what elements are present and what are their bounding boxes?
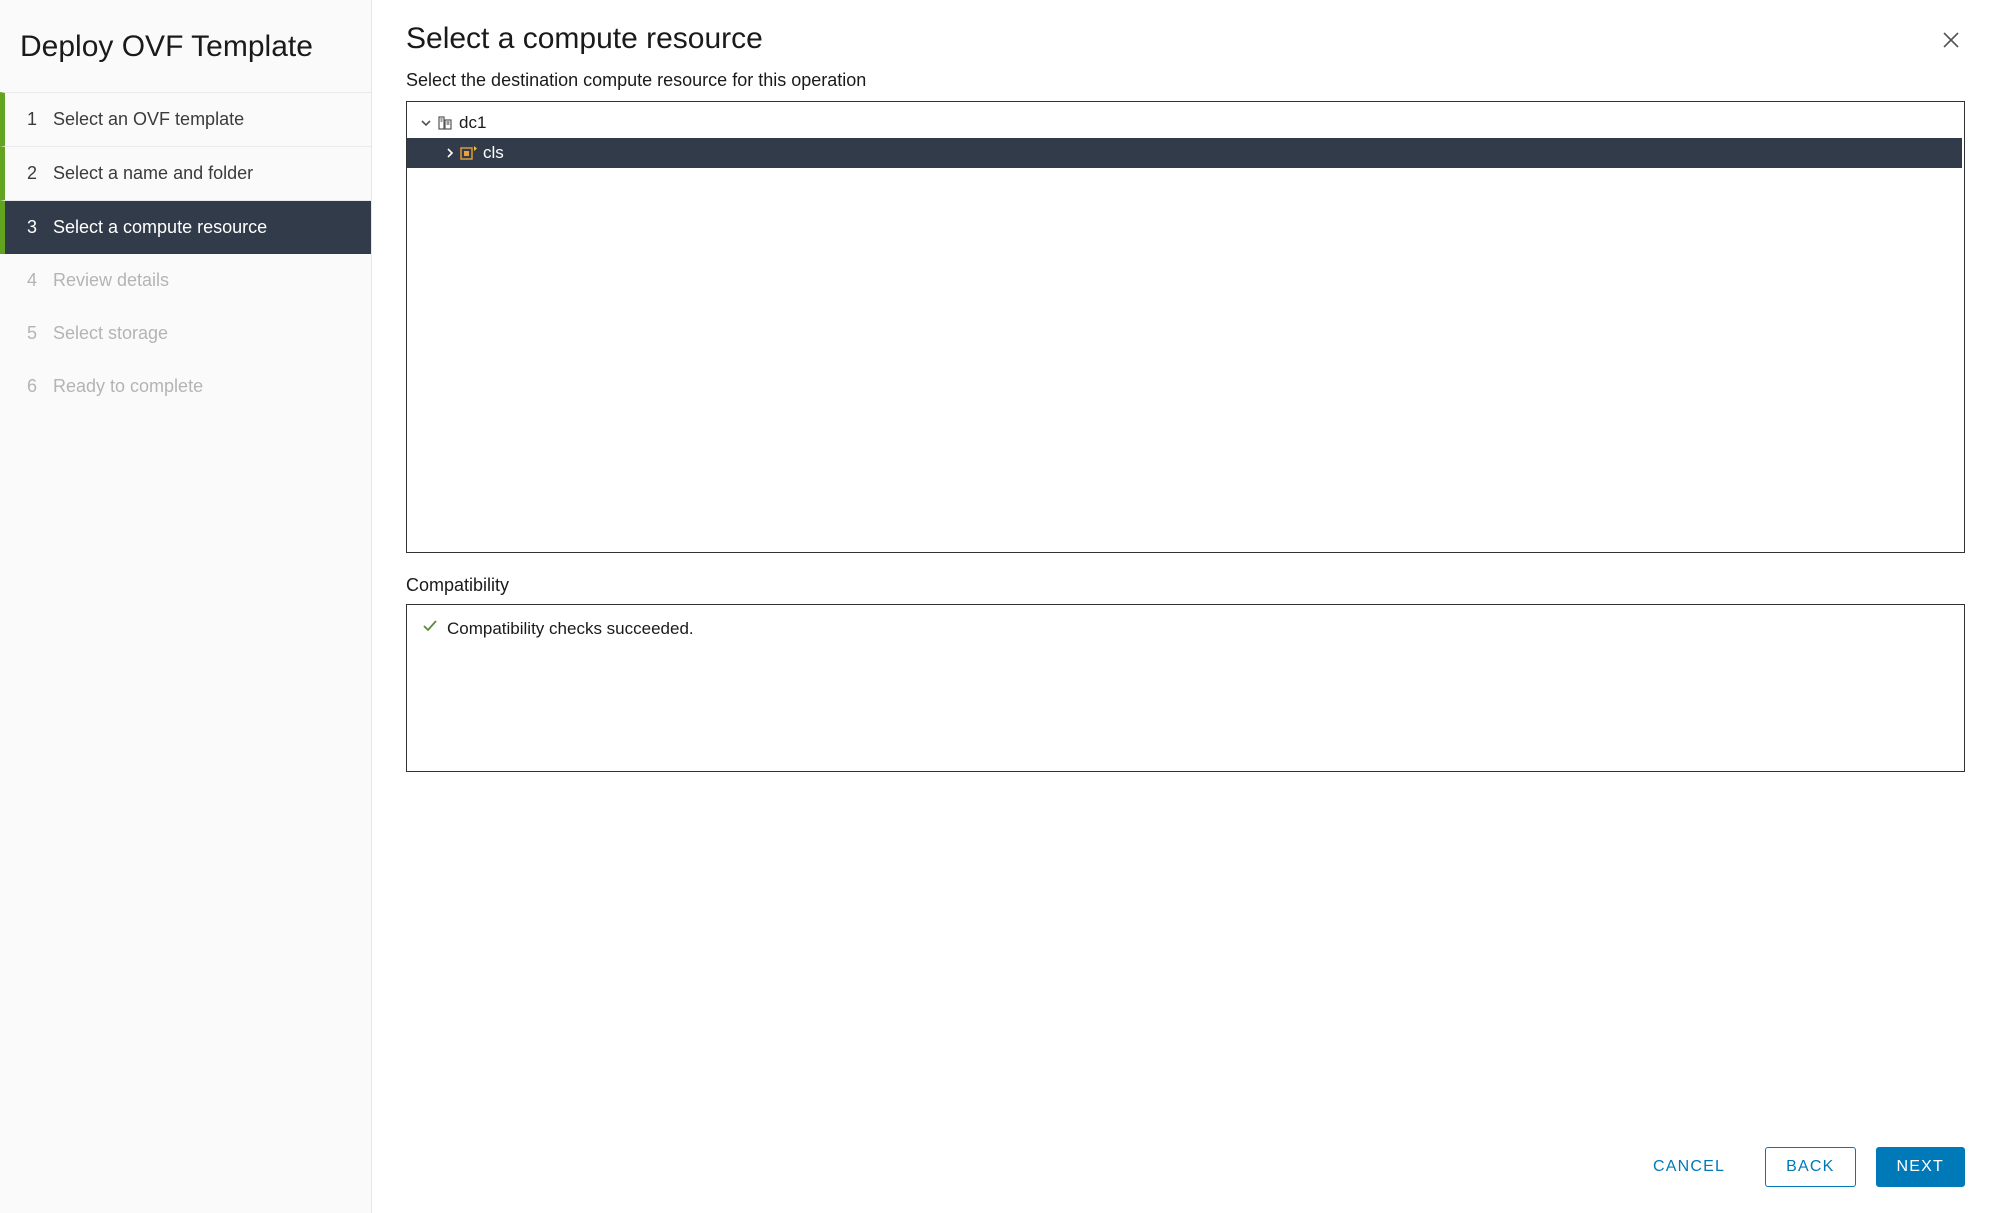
compatibility-message: Compatibility checks succeeded.	[447, 619, 694, 639]
step-number: 2	[27, 163, 53, 184]
wizard-steps: 1 Select an OVF template 2 Select a name…	[0, 92, 371, 413]
step-select-name-and-folder[interactable]: 2 Select a name and folder	[0, 147, 371, 201]
tree-node-label: dc1	[459, 113, 486, 133]
step-label: Select a name and folder	[53, 163, 253, 184]
tree-node-datacenter[interactable]: dc1	[407, 108, 1964, 138]
check-icon	[421, 617, 439, 640]
close-button[interactable]	[1937, 26, 1965, 54]
step-label: Ready to complete	[53, 376, 203, 397]
cancel-button[interactable]: CANCEL	[1633, 1148, 1745, 1186]
step-number: 5	[27, 323, 53, 344]
chevron-down-icon[interactable]	[417, 117, 435, 129]
step-number: 4	[27, 270, 53, 291]
page-title: Select a compute resource	[406, 22, 763, 56]
back-button[interactable]: BACK	[1765, 1147, 1855, 1187]
step-label: Select an OVF template	[53, 109, 244, 130]
compute-resource-tree[interactable]: dc1 cls	[406, 101, 1965, 553]
step-label: Select a compute resource	[53, 217, 267, 238]
datacenter-icon	[435, 115, 455, 131]
compatibility-heading: Compatibility	[406, 575, 1965, 596]
wizard-content: Select a compute resource Select the des…	[372, 0, 1999, 1213]
wizard-title: Deploy OVF Template	[0, 24, 371, 92]
step-number: 1	[27, 109, 53, 130]
step-number: 3	[27, 217, 53, 238]
step-number: 6	[27, 376, 53, 397]
next-button[interactable]: NEXT	[1876, 1147, 1965, 1187]
wizard-sidebar: Deploy OVF Template 1 Select an OVF temp…	[0, 0, 372, 1213]
cluster-icon	[459, 145, 479, 161]
step-label: Select storage	[53, 323, 168, 344]
chevron-right-icon[interactable]	[441, 147, 459, 159]
step-ready-to-complete: 6 Ready to complete	[0, 360, 371, 413]
step-select-ovf-template[interactable]: 1 Select an OVF template	[0, 92, 371, 147]
tree-node-cluster[interactable]: cls	[407, 138, 1962, 168]
close-icon	[1941, 30, 1961, 50]
step-label: Review details	[53, 270, 169, 291]
step-review-details: 4 Review details	[0, 254, 371, 307]
tree-node-label: cls	[483, 143, 504, 163]
page-subtitle: Select the destination compute resource …	[406, 70, 1965, 91]
step-select-compute-resource[interactable]: 3 Select a compute resource	[0, 201, 371, 254]
wizard-footer: CANCEL BACK NEXT	[406, 1119, 1965, 1187]
compatibility-panel: Compatibility checks succeeded.	[406, 604, 1965, 772]
step-select-storage: 5 Select storage	[0, 307, 371, 360]
